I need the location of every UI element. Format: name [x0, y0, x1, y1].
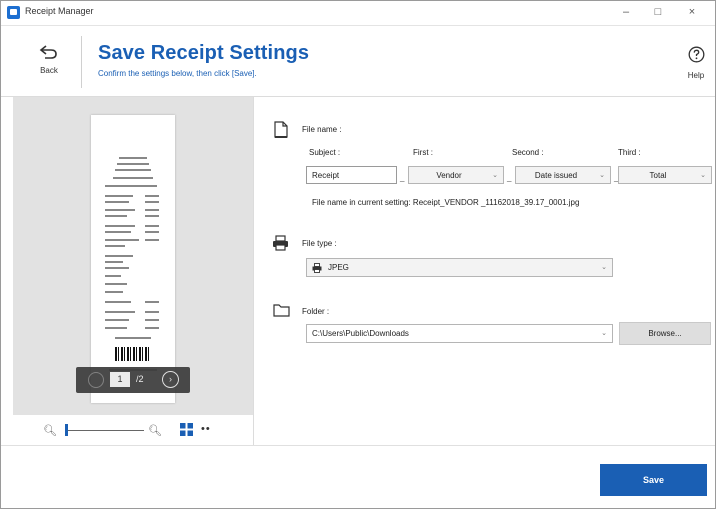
more-options-icon[interactable]: ••	[201, 423, 211, 435]
current-page-field[interactable]: 1	[110, 372, 130, 387]
pane-divider	[253, 97, 254, 445]
first-select[interactable]: Vendor ⌄	[408, 166, 504, 184]
third-label: Third :	[618, 148, 641, 157]
save-button[interactable]: Save	[600, 464, 707, 496]
fit-to-window-icon[interactable]	[180, 423, 193, 436]
file-type-value: JPEG	[328, 263, 349, 272]
chevron-down-icon: ⌄	[700, 172, 706, 179]
zoom-in-icon[interactable]: 🔍︎	[148, 424, 162, 437]
page-subtitle: Confirm the settings below, then click […	[98, 69, 257, 78]
help-icon	[688, 46, 704, 63]
subject-input[interactable]: Receipt	[306, 166, 397, 184]
previous-page-button[interactable]	[88, 372, 104, 388]
folder-label: Folder :	[302, 307, 330, 316]
third-select[interactable]: Total ⌄	[618, 166, 712, 184]
footer-divider	[1, 445, 715, 446]
close-button[interactable]: ×	[681, 3, 703, 21]
file-name-label: File name :	[302, 125, 342, 134]
back-label: Back	[40, 66, 58, 75]
app-icon	[7, 6, 20, 19]
zoom-slider[interactable]	[67, 430, 144, 431]
chevron-down-icon: ⌄	[492, 172, 498, 179]
second-select[interactable]: Date issued ⌄	[515, 166, 611, 184]
folder-path-select[interactable]: C:\Users\Public\Downloads ⌄	[306, 324, 613, 343]
file-type-label: File type :	[302, 239, 337, 248]
help-button[interactable]: Help	[681, 46, 711, 80]
zoom-toolbar: 🔍︎ 🔍︎ ••	[13, 415, 253, 446]
subject-label: Subject :	[309, 148, 341, 157]
zoom-out-icon[interactable]: 🔍︎	[43, 424, 57, 437]
browse-button[interactable]: Browse...	[619, 322, 711, 345]
printer-icon	[312, 263, 322, 273]
first-select-value: Vendor	[436, 171, 462, 180]
maximize-button[interactable]: □	[647, 3, 669, 21]
page-header: Back Save Receipt Settings Confirm the s…	[1, 26, 715, 97]
page-title: Save Receipt Settings	[98, 42, 310, 64]
chevron-down-icon: ⌄	[601, 264, 607, 271]
file-name-preview: File name in current setting: Receipt_VE…	[312, 198, 580, 207]
zoom-slider-thumb[interactable]	[65, 424, 68, 436]
total-pages: /2	[136, 374, 144, 384]
receipt-image	[91, 115, 175, 403]
folder-icon	[273, 304, 290, 317]
second-select-value: Date issued	[534, 171, 578, 180]
back-arrow-icon	[39, 45, 57, 59]
minimize-button[interactable]: –	[615, 3, 637, 21]
third-select-value: Total	[649, 171, 667, 180]
next-page-button[interactable]: ›	[162, 371, 179, 388]
receipt-manager-window: Receipt Manager – □ × Back Save Receipt …	[0, 0, 716, 509]
chevron-right-icon: ›	[169, 374, 172, 384]
receipt-preview-pane: 1 /2 ›	[13, 97, 253, 415]
folder-path-value: C:\Users\Public\Downloads	[312, 329, 409, 338]
second-label: Second :	[512, 148, 544, 157]
separator-2: _	[507, 173, 512, 182]
title-bar: Receipt Manager – □ ×	[1, 1, 715, 26]
receipt-barcode	[115, 347, 151, 361]
file-type-select[interactable]: JPEG ⌄	[306, 258, 613, 277]
window-title: Receipt Manager	[25, 6, 94, 16]
separator-1: _	[400, 173, 405, 182]
file-icon	[274, 121, 288, 138]
back-button[interactable]: Back	[31, 44, 67, 84]
header-divider	[81, 36, 82, 88]
chevron-down-icon: ⌄	[599, 172, 605, 179]
chevron-down-icon: ⌄	[601, 330, 607, 337]
first-label: First :	[413, 148, 433, 157]
help-label: Help	[687, 71, 705, 80]
printer-icon	[273, 235, 288, 251]
page-navigator: 1 /2 ›	[76, 367, 190, 393]
